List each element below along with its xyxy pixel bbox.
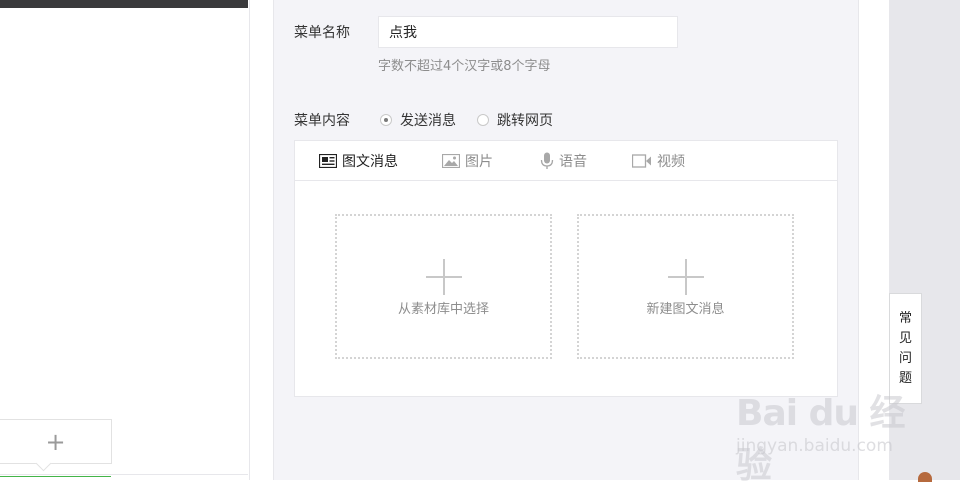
- tab-label: 图文消息: [342, 154, 398, 170]
- right-gutter: [889, 0, 960, 480]
- faq-char: 问: [898, 350, 912, 366]
- microphone-icon: [540, 152, 554, 169]
- menu-name-input[interactable]: [378, 16, 678, 48]
- tab-label: 语音: [559, 154, 587, 170]
- plus-icon: [443, 259, 445, 295]
- create-news-label: 新建图文消息: [646, 302, 725, 317]
- message-type-tabs: 图文消息 图片 语音 视频: [295, 141, 837, 181]
- menu-name-label: 菜单名称: [294, 25, 350, 41]
- tab-voice[interactable]: 语音: [540, 151, 587, 171]
- preview-top-bar: [0, 0, 248, 8]
- plus-icon: [685, 259, 687, 295]
- radio-unchecked-icon: [477, 114, 489, 126]
- current-menu-indicator[interactable]: [0, 476, 111, 481]
- faq-button[interactable]: 常 见 问 题: [889, 293, 922, 404]
- tab-label: 图片: [465, 154, 493, 170]
- choose-from-library-label: 从素材库中选择: [397, 302, 489, 317]
- radio-jump-webpage[interactable]: 跳转网页: [477, 110, 553, 130]
- divider: [0, 474, 248, 475]
- radio-label: 发送消息: [400, 113, 456, 129]
- mascot-icon: [918, 472, 932, 482]
- faq-char: 题: [898, 370, 912, 386]
- faq-char: 常: [898, 310, 912, 326]
- popup-notch: [35, 455, 52, 472]
- plus-icon: +: [45, 427, 66, 456]
- choose-from-library-button[interactable]: 从素材库中选择: [335, 214, 552, 359]
- tab-label: 视频: [657, 154, 685, 170]
- add-submenu-button[interactable]: +: [0, 419, 112, 472]
- create-news-button[interactable]: 新建图文消息: [577, 214, 794, 359]
- image-icon: [442, 154, 460, 168]
- menu-editor: 菜单名称 字数不超过4个汉字或8个字母 菜单内容 发送消息 跳转网页 图文消息: [273, 0, 859, 480]
- menu-content-label: 菜单内容: [294, 113, 350, 129]
- tab-image[interactable]: 图片: [442, 151, 493, 171]
- tab-news[interactable]: 图文消息: [319, 151, 398, 171]
- menu-name-hint: 字数不超过4个汉字或8个字母: [378, 59, 551, 74]
- radio-label: 跳转网页: [497, 113, 553, 129]
- radio-send-message[interactable]: 发送消息: [380, 110, 456, 130]
- menu-preview-pane: +: [0, 0, 250, 480]
- radio-checked-icon: [380, 114, 392, 126]
- faq-char: 见: [898, 330, 912, 346]
- video-icon: [632, 154, 651, 168]
- message-content-panel: 图文消息 图片 语音 视频 从素材库中选择 新建图文消息: [294, 140, 838, 397]
- tab-video[interactable]: 视频: [632, 151, 685, 171]
- news-icon: [319, 154, 337, 168]
